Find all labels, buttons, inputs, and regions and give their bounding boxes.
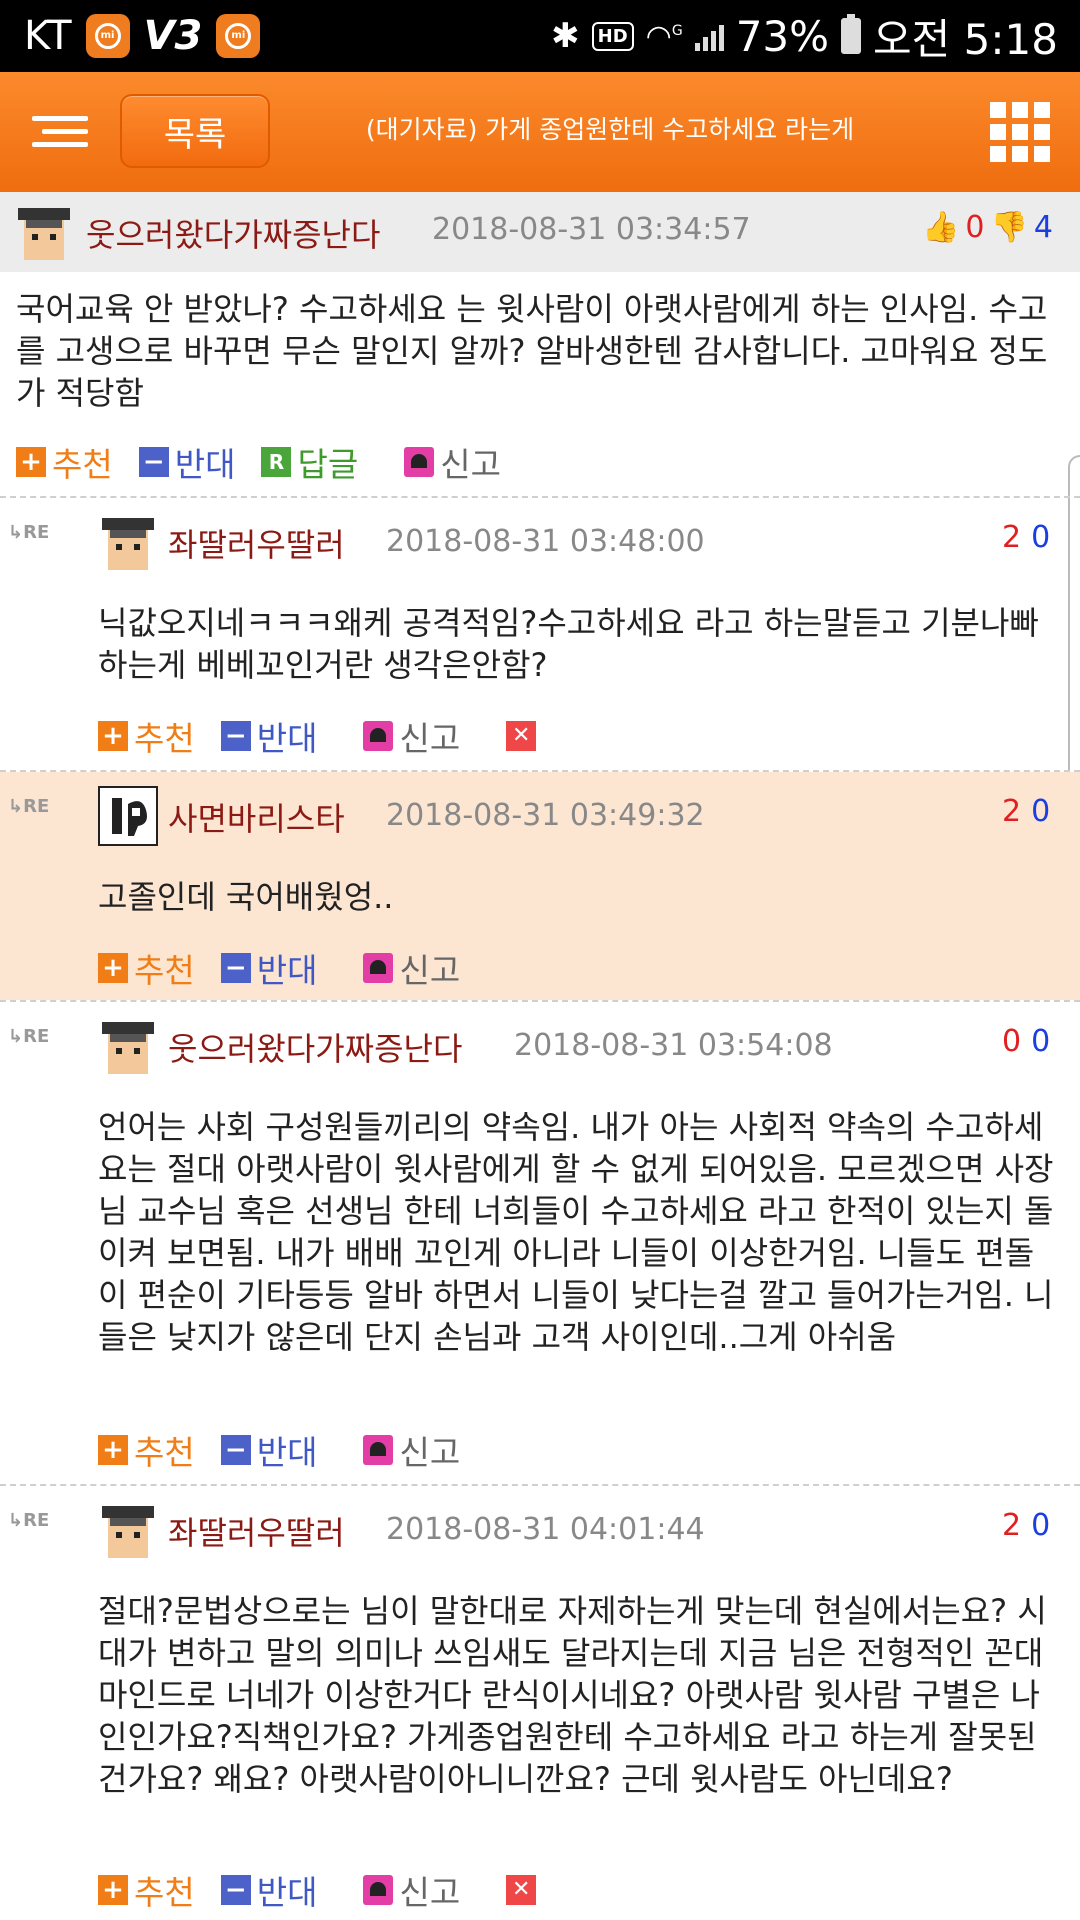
divider (0, 1484, 1080, 1486)
report-button[interactable]: 신고 (363, 712, 460, 760)
report-button[interactable]: 신고 (404, 438, 501, 486)
comment-text: 국어교육 안 받았나? 수고하세요 는 윗사람이 아랫사람에게 하는 인사임. … (16, 290, 1048, 412)
comment-actions: + 추천 − 반대 R 답글 신고 (16, 438, 527, 486)
reply-date: 2018-08-31 04:01:44 (386, 1512, 705, 1547)
siren-icon (363, 1435, 394, 1465)
avatar (102, 1506, 154, 1558)
recommend-button[interactable]: + 추천 (98, 1866, 195, 1914)
oppose-button[interactable]: − 반대 (220, 1866, 317, 1914)
mi-app-icon: mi (85, 14, 130, 58)
app-header: 목록 (대기자료) 가게 종업원한테 수고하세요 라는게 (0, 72, 1080, 192)
plus-icon: + (98, 1875, 128, 1905)
reply-author[interactable]: 웃으러왔다가짜증난다 (168, 1024, 462, 1070)
down-vote-count[interactable]: 0 (1031, 794, 1050, 829)
comment-author[interactable]: 웃으러왔다가짜증난다 (86, 210, 380, 256)
report-button[interactable]: 신고 (363, 1426, 460, 1474)
oppose-button[interactable]: − 반대 (138, 438, 235, 486)
siren-icon (363, 1875, 394, 1905)
delete-button[interactable]: ✕ (506, 721, 537, 751)
report-button[interactable]: 신고 (363, 944, 460, 992)
avatar (102, 518, 154, 570)
reply-author[interactable]: 좌딸러우딸러 (168, 520, 345, 566)
reply-date: 2018-08-31 03:48:00 (386, 524, 705, 559)
plus-icon: + (98, 721, 128, 751)
reply-date: 2018-08-31 03:49:32 (386, 798, 705, 833)
siren-icon (363, 721, 394, 751)
thumbs-down-icon[interactable]: 👎 (990, 210, 1027, 245)
reply-author[interactable]: 사면바리스타 (168, 794, 345, 840)
plus-icon: + (16, 447, 46, 477)
down-vote-count[interactable]: 0 (1031, 1508, 1050, 1543)
page-title: (대기자료) 가게 종업원한테 수고하세요 라는게 (365, 115, 855, 144)
reply-date: 2018-08-31 03:54:08 (514, 1028, 833, 1063)
delete-button[interactable]: ✕ (506, 1875, 537, 1905)
recommend-button[interactable]: + 추천 (98, 712, 195, 760)
down-vote-count: 4 (1033, 210, 1053, 245)
reply-arrow-icon: ↳RE (8, 522, 50, 543)
avatar (98, 786, 158, 846)
minus-icon: − (220, 1875, 251, 1905)
grid-menu-icon[interactable] (990, 102, 1050, 162)
hamburger-menu-icon[interactable] (32, 116, 88, 148)
signal-icon (694, 21, 724, 51)
oppose-button[interactable]: − 반대 (220, 1426, 317, 1474)
hd-icon: HD (591, 21, 634, 51)
comment-date: 2018-08-31 03:34:57 (432, 212, 751, 247)
status-bar: KT mi V3 mi ✱ HD ◠G 73% 오전 5:18 (0, 0, 1080, 72)
reply-text: 절대?문법상으로는 님이 말한대로 자제하는게 맞는데 현실에서는요? 시대가 … (98, 1592, 1047, 1798)
up-vote-count[interactable]: 2 (1002, 794, 1021, 829)
reply-text: 닉값오지네ㅋㅋㅋ왜케 공격적임?수고하세요 라고 하는말듣고 기분나빠하는게 베… (98, 604, 1039, 684)
recommend-button[interactable]: + 추천 (98, 944, 195, 992)
up-vote-count[interactable]: 0 (1002, 1024, 1021, 1059)
reply-arrow-icon: ↳RE (8, 796, 50, 817)
mi-app-icon-2: mi (216, 14, 261, 58)
report-button[interactable]: 신고 (363, 1866, 460, 1914)
minus-icon: − (138, 447, 169, 477)
recommend-button[interactable]: + 추천 (16, 438, 113, 486)
up-vote-count[interactable]: 2 (1002, 1508, 1021, 1543)
v3-app-icon: V3 (143, 13, 203, 59)
reply-arrow-icon: ↳RE (8, 1026, 50, 1047)
reply-icon: R (261, 447, 292, 477)
list-button[interactable]: 목록 (120, 94, 270, 168)
up-vote-count: 0 (965, 210, 985, 245)
close-icon: ✕ (506, 1875, 537, 1905)
avatar (18, 208, 70, 260)
minus-icon: − (220, 721, 251, 751)
reply-author[interactable]: 좌딸러우딸러 (168, 1508, 345, 1554)
plus-icon: + (98, 953, 128, 983)
recommend-button[interactable]: + 추천 (98, 1426, 195, 1474)
down-vote-count[interactable]: 0 (1031, 1024, 1050, 1059)
minus-icon: − (220, 1435, 251, 1465)
reply-text: 고졸인데 국어배웠엉.. (98, 878, 394, 916)
plus-icon: + (98, 1435, 128, 1465)
oppose-button[interactable]: − 반대 (220, 712, 317, 760)
scroll-handle[interactable] (1068, 455, 1080, 810)
clock: 오전 5:18 (873, 14, 1058, 64)
down-vote-count[interactable]: 0 (1031, 520, 1050, 555)
divider (0, 1000, 1080, 1002)
up-vote-count[interactable]: 2 (1002, 520, 1021, 555)
reply-text: 언어는 사회 구성원들끼리의 약속임. 내가 아는 사회적 약속의 수고하세요는… (98, 1108, 1054, 1356)
avatar (102, 1022, 154, 1074)
wifi-icon: ◠G (645, 18, 683, 54)
reply-button[interactable]: R 답글 (261, 438, 358, 486)
carrier-label: KT (24, 13, 72, 59)
siren-icon (363, 953, 394, 983)
thumbs-up-icon[interactable]: 👍 (922, 210, 959, 245)
battery-percent: 73% (735, 11, 830, 61)
oppose-button[interactable]: − 반대 (220, 944, 317, 992)
close-icon: ✕ (506, 721, 537, 751)
bluetooth-icon: ✱ (551, 16, 580, 56)
divider (0, 496, 1080, 498)
siren-icon (404, 447, 435, 477)
main-comment-header: 웃으러왔다가짜증난다 2018-08-31 03:34:57 👍 0 👎 4 (0, 192, 1080, 272)
battery-icon (841, 14, 862, 54)
reply-arrow-icon: ↳RE (8, 1510, 50, 1531)
minus-icon: − (220, 953, 251, 983)
